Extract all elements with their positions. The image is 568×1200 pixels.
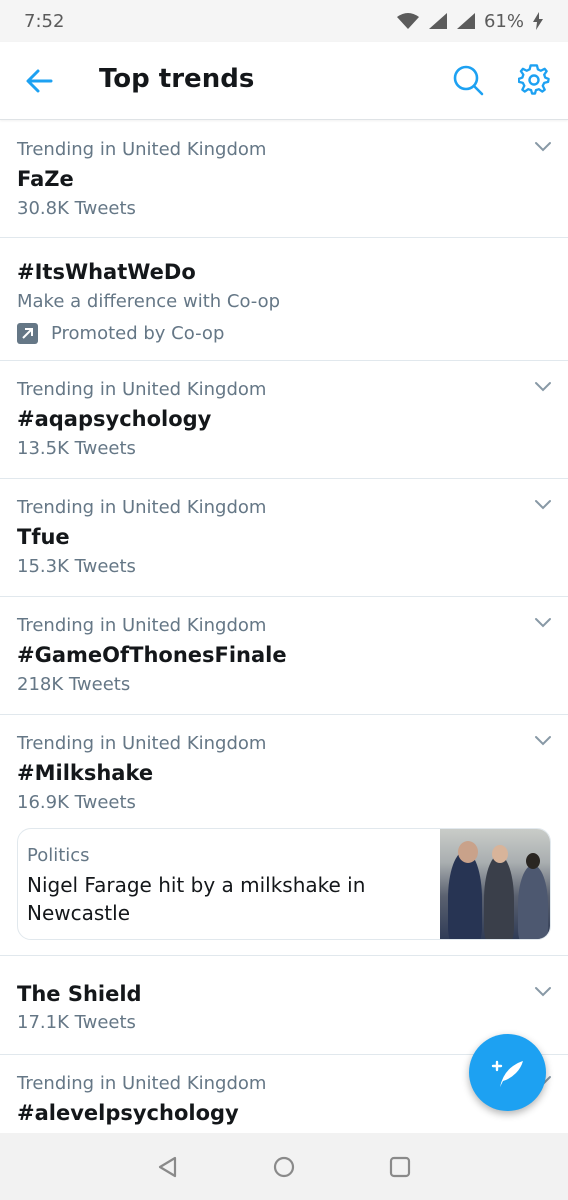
system-nav-bar: [0, 1133, 568, 1200]
nav-back-icon[interactable]: [156, 1155, 180, 1179]
promoted-trend-item[interactable]: #ItsWhatWeDo Make a difference with Co-o…: [0, 238, 568, 361]
trend-context: Trending in United Kingdom: [17, 497, 267, 518]
trend-name: #ItsWhatWeDo: [17, 260, 196, 284]
status-time: 7:52: [24, 10, 65, 32]
charging-icon: [533, 12, 543, 30]
status-bar: 7:52 61%: [0, 0, 568, 42]
trend-name: #GameOfThonesFinale: [17, 643, 287, 667]
trend-item[interactable]: Trending in United Kingdom #GameOfThones…: [0, 597, 568, 715]
trend-name: #aqapsychology: [17, 407, 212, 431]
chevron-down-icon[interactable]: [534, 986, 552, 998]
news-thumbnail: [440, 829, 550, 939]
tweet-count: 218K Tweets: [17, 674, 131, 695]
nav-home-icon[interactable]: [272, 1155, 296, 1179]
tweet-count: 15.3K Tweets: [17, 556, 136, 577]
signal-icon: [428, 13, 447, 29]
trend-context: Trending in United Kingdom: [17, 733, 267, 754]
chevron-down-icon[interactable]: [534, 141, 552, 153]
back-arrow-icon[interactable]: [24, 66, 54, 96]
app-bar: Top trends: [0, 42, 568, 120]
trend-name: Tfue: [17, 525, 70, 549]
promoted-description: Make a difference with Co-op: [17, 291, 281, 312]
wifi-icon: [396, 13, 419, 29]
search-icon[interactable]: [452, 64, 484, 96]
news-card[interactable]: Politics Nigel Farage hit by a milkshake…: [17, 828, 551, 940]
trend-item[interactable]: The Shield 17.1K Tweets: [0, 956, 568, 1055]
nav-recents-icon[interactable]: [388, 1155, 412, 1179]
promoted-by-text: Promoted by Co-op: [51, 323, 225, 344]
tweet-count: 30.8K Tweets: [17, 198, 136, 219]
trend-context: Trending in United Kingdom: [17, 615, 267, 636]
tweet-count: 13.5K Tweets: [17, 438, 136, 459]
promoted-label: Promoted by Co-op: [17, 323, 551, 344]
page-title: Top trends: [99, 64, 255, 94]
chevron-down-icon[interactable]: [534, 499, 552, 511]
trend-name: #Milkshake: [17, 761, 154, 785]
trend-context: Trending in United Kingdom: [17, 139, 267, 160]
trends-list: Trending in United Kingdom FaZe 30.8K Tw…: [0, 121, 568, 1145]
trend-item[interactable]: Trending in United Kingdom FaZe 30.8K Tw…: [0, 121, 568, 238]
trend-item[interactable]: Trending in United Kingdom #aqapsycholog…: [0, 361, 568, 479]
trend-name: The Shield: [17, 982, 142, 1006]
trend-item[interactable]: Trending in United Kingdom #Milkshake 16…: [0, 715, 568, 956]
tweet-count: 17.1K Tweets: [17, 1012, 136, 1033]
promoted-icon: [17, 323, 38, 344]
trend-name: #alevelpsychology: [17, 1101, 239, 1125]
compose-tweet-button[interactable]: [469, 1034, 546, 1111]
news-category: Politics: [27, 845, 90, 866]
compose-tweet-icon: [491, 1060, 523, 1087]
chevron-down-icon[interactable]: [534, 381, 552, 393]
signal-icon: [456, 13, 475, 29]
gear-icon[interactable]: [518, 64, 550, 96]
chevron-down-icon[interactable]: [534, 617, 552, 629]
trend-item[interactable]: Trending in United Kingdom Tfue 15.3K Tw…: [0, 479, 568, 597]
news-headline: Nigel Farage hit by a milkshake in Newca…: [27, 873, 366, 925]
chevron-down-icon[interactable]: [534, 735, 552, 747]
trend-context: Trending in United Kingdom: [17, 379, 267, 400]
tweet-count: 16.9K Tweets: [17, 792, 136, 813]
battery-level: 61%: [483, 10, 524, 32]
trend-name: FaZe: [17, 167, 74, 191]
